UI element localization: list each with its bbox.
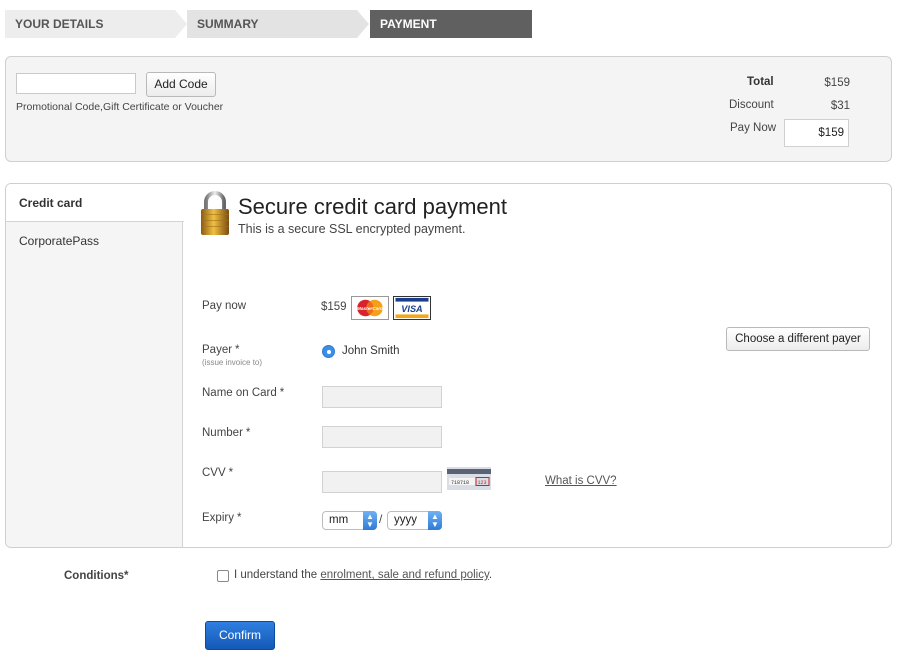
card-number-label: Number * <box>202 427 251 439</box>
cvv-label: CVV * <box>202 467 234 479</box>
what-is-cvv-link[interactable]: What is CVV? <box>545 475 617 487</box>
expiry-separator: / <box>379 512 383 526</box>
payer-name[interactable]: John Smith <box>342 345 400 357</box>
cvv-sample-code: 123 <box>478 480 487 486</box>
step-your-details[interactable]: YOUR DETAILS <box>5 10 187 38</box>
total-value: $159 <box>824 77 850 89</box>
discount-label: Discount <box>729 99 774 111</box>
step-payment: PAYMENT <box>370 10 532 38</box>
promo-panel: Add Code Promotional Code,Gift Certifica… <box>5 56 892 162</box>
payment-panel: Credit card CorporatePass Secure credit … <box>5 183 892 548</box>
conditions-text: I understand the enrolment, sale and ref… <box>234 569 493 581</box>
expiry-label: Expiry * <box>202 512 242 524</box>
tab-credit-card[interactable]: Credit card <box>6 184 184 222</box>
mastercard-text: MasterCard <box>357 306 383 312</box>
cvv-input[interactable] <box>322 471 442 493</box>
promo-help-text: Promotional Code,Gift Certificate or Vou… <box>16 101 224 113</box>
visa-icon: VISA <box>393 296 431 320</box>
cvv-sample-number: 718718 <box>451 480 469 486</box>
add-code-button[interactable]: Add Code <box>146 72 216 97</box>
step-summary[interactable]: SUMMARY <box>187 10 369 38</box>
payment-title: Secure credit card payment <box>238 194 508 219</box>
expiry-month-select[interactable]: mm ▲ ▼ <box>322 511 377 530</box>
name-on-card-input[interactable] <box>322 386 442 408</box>
visa-text: VISA <box>401 304 422 314</box>
pay-now-value: $159 <box>784 119 849 147</box>
payer-note: (issue invoice to) <box>202 358 263 367</box>
refund-policy-link[interactable]: enrolment, sale and refund policy <box>320 569 489 581</box>
expiry-month-value: mm <box>329 514 349 526</box>
mastercard-icon: MasterCard <box>351 296 389 320</box>
select-arrows-icon: ▲ ▼ <box>363 511 377 530</box>
discount-value: $31 <box>830 100 850 112</box>
payment-method-tabs: Credit card CorporatePass <box>6 184 184 547</box>
confirm-button[interactable]: Confirm <box>205 621 275 650</box>
pay-now-field-label: Pay now <box>202 300 247 312</box>
tab-corporate-pass[interactable]: CorporatePass <box>6 222 183 260</box>
padlock-icon <box>201 191 229 235</box>
conditions-label: Conditions* <box>64 570 129 582</box>
select-arrows-icon: ▲ ▼ <box>428 511 442 530</box>
expiry-year-select[interactable]: yyyy ▲ ▼ <box>387 511 442 530</box>
promo-code-input[interactable] <box>16 73 136 94</box>
total-label: Total <box>747 76 774 88</box>
payer-label: Payer * <box>202 344 240 356</box>
payment-subtitle: This is a secure SSL encrypted payment. <box>238 222 466 236</box>
card-number-input[interactable] <box>322 426 442 448</box>
cvv-card-back-icon: 718718 123 <box>447 467 491 490</box>
pay-now-label: Pay Now <box>730 122 777 134</box>
name-on-card-label: Name on Card * <box>202 387 285 399</box>
conditions-checkbox[interactable] <box>217 570 229 582</box>
payer-radio-selected[interactable] <box>322 345 335 358</box>
expiry-year-value: yyyy <box>394 514 417 526</box>
choose-different-payer-button[interactable]: Choose a different payer <box>726 327 870 351</box>
pay-now-amount: $159 <box>321 301 347 313</box>
